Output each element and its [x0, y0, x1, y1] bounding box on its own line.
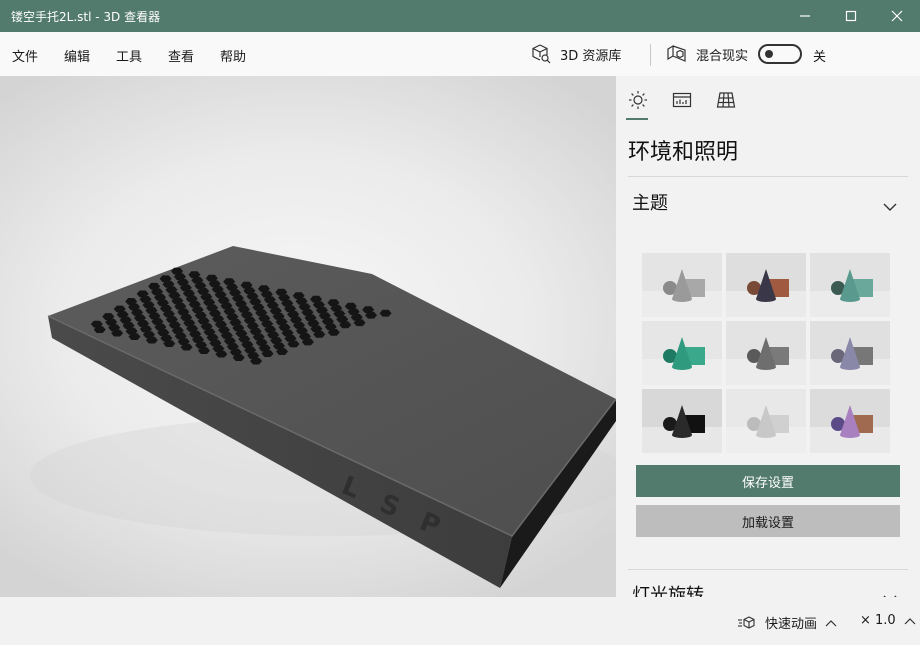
theme-preview [810, 389, 890, 453]
3d-viewport[interactable]: L S P [0, 76, 616, 597]
theme-preview [642, 253, 722, 317]
close-button[interactable] [874, 0, 920, 32]
menu-file[interactable]: 文件 [12, 46, 38, 65]
maximize-button[interactable] [828, 0, 874, 32]
load-settings-button[interactable]: 加载设置 [636, 505, 900, 537]
minimize-button[interactable] [782, 0, 828, 32]
close-icon [891, 10, 903, 22]
theme-option[interactable] [642, 389, 722, 453]
tab-stats-shading[interactable] [670, 88, 694, 112]
theme-preview [642, 389, 722, 453]
theme-option[interactable] [810, 253, 890, 317]
menu-tools[interactable]: 工具 [116, 46, 142, 65]
theme-preview [726, 389, 806, 453]
menu-bar: 文件 编辑 工具 查看 帮助 3D 资源库 混合现实 关 [0, 32, 920, 76]
theme-option[interactable] [642, 321, 722, 385]
theme-section-title[interactable]: 主题 [632, 189, 668, 215]
minimize-icon [800, 15, 810, 17]
sun-icon [629, 91, 647, 109]
chevron-up-icon [904, 617, 916, 624]
3d-model-render: L S P [30, 246, 616, 588]
window-title: 镂空手托2L.stl - 3D 查看器 [11, 10, 161, 24]
animation-selector[interactable]: 快速动画 [737, 613, 837, 632]
mixed-reality-label: 混合现实 [696, 48, 749, 64]
theme-option[interactable] [810, 389, 890, 453]
chevron-down-icon[interactable] [882, 589, 898, 597]
theme-grid [642, 253, 890, 453]
menu-view[interactable]: 查看 [168, 46, 194, 65]
theme-preview [642, 321, 722, 385]
theme-preview [726, 321, 806, 385]
panel-title: 环境和照明 [628, 140, 739, 165]
mixed-reality-toggle[interactable] [758, 44, 802, 64]
tab-environment-lighting[interactable] [626, 88, 650, 112]
chevron-up-icon [825, 619, 837, 626]
theme-preview [726, 253, 806, 317]
theme-option[interactable] [810, 321, 890, 385]
grid-icon [716, 92, 736, 108]
theme-option[interactable] [642, 253, 722, 317]
theme-preview [810, 253, 890, 317]
title-bar: 镂空手托2L.stl - 3D 查看器 [0, 0, 920, 32]
animation-cube-icon [738, 615, 755, 629]
save-settings-button[interactable]: 保存设置 [636, 465, 900, 497]
theme-option[interactable] [726, 389, 806, 453]
divider [628, 176, 908, 177]
divider [628, 569, 908, 570]
speed-selector[interactable]: × 1.0 [860, 613, 916, 628]
status-bar: 快速动画 × 1.0 [0, 597, 920, 645]
mixed-reality-button[interactable]: 混合现实 [666, 42, 748, 66]
animation-label: 快速动画 [765, 617, 818, 632]
menu-separator [650, 44, 651, 66]
menu-edit[interactable]: 编辑 [64, 46, 90, 65]
speed-value: × 1.0 [860, 613, 896, 628]
stats-icon [672, 92, 692, 108]
mixed-reality-state: 关 [813, 50, 827, 65]
toggle-knob [765, 50, 773, 58]
3d-library-label: 3D 资源库 [560, 48, 622, 64]
chevron-down-icon[interactable] [882, 197, 898, 211]
menu-help[interactable]: 帮助 [220, 46, 246, 65]
mixed-reality-icon [667, 44, 686, 62]
theme-option[interactable] [726, 321, 806, 385]
cube-search-icon [532, 44, 551, 64]
theme-preview [810, 321, 890, 385]
environment-panel: 环境和照明 主题 保存设置 加载设置 灯光旋转 [616, 76, 920, 597]
tab-grid-view[interactable] [714, 88, 738, 112]
maximize-icon [845, 10, 857, 22]
3d-library-button[interactable]: 3D 资源库 [530, 42, 621, 66]
theme-option[interactable] [726, 253, 806, 317]
light-rotation-section-title[interactable]: 灯光旋转 [632, 581, 704, 597]
active-tab-indicator [626, 118, 648, 120]
